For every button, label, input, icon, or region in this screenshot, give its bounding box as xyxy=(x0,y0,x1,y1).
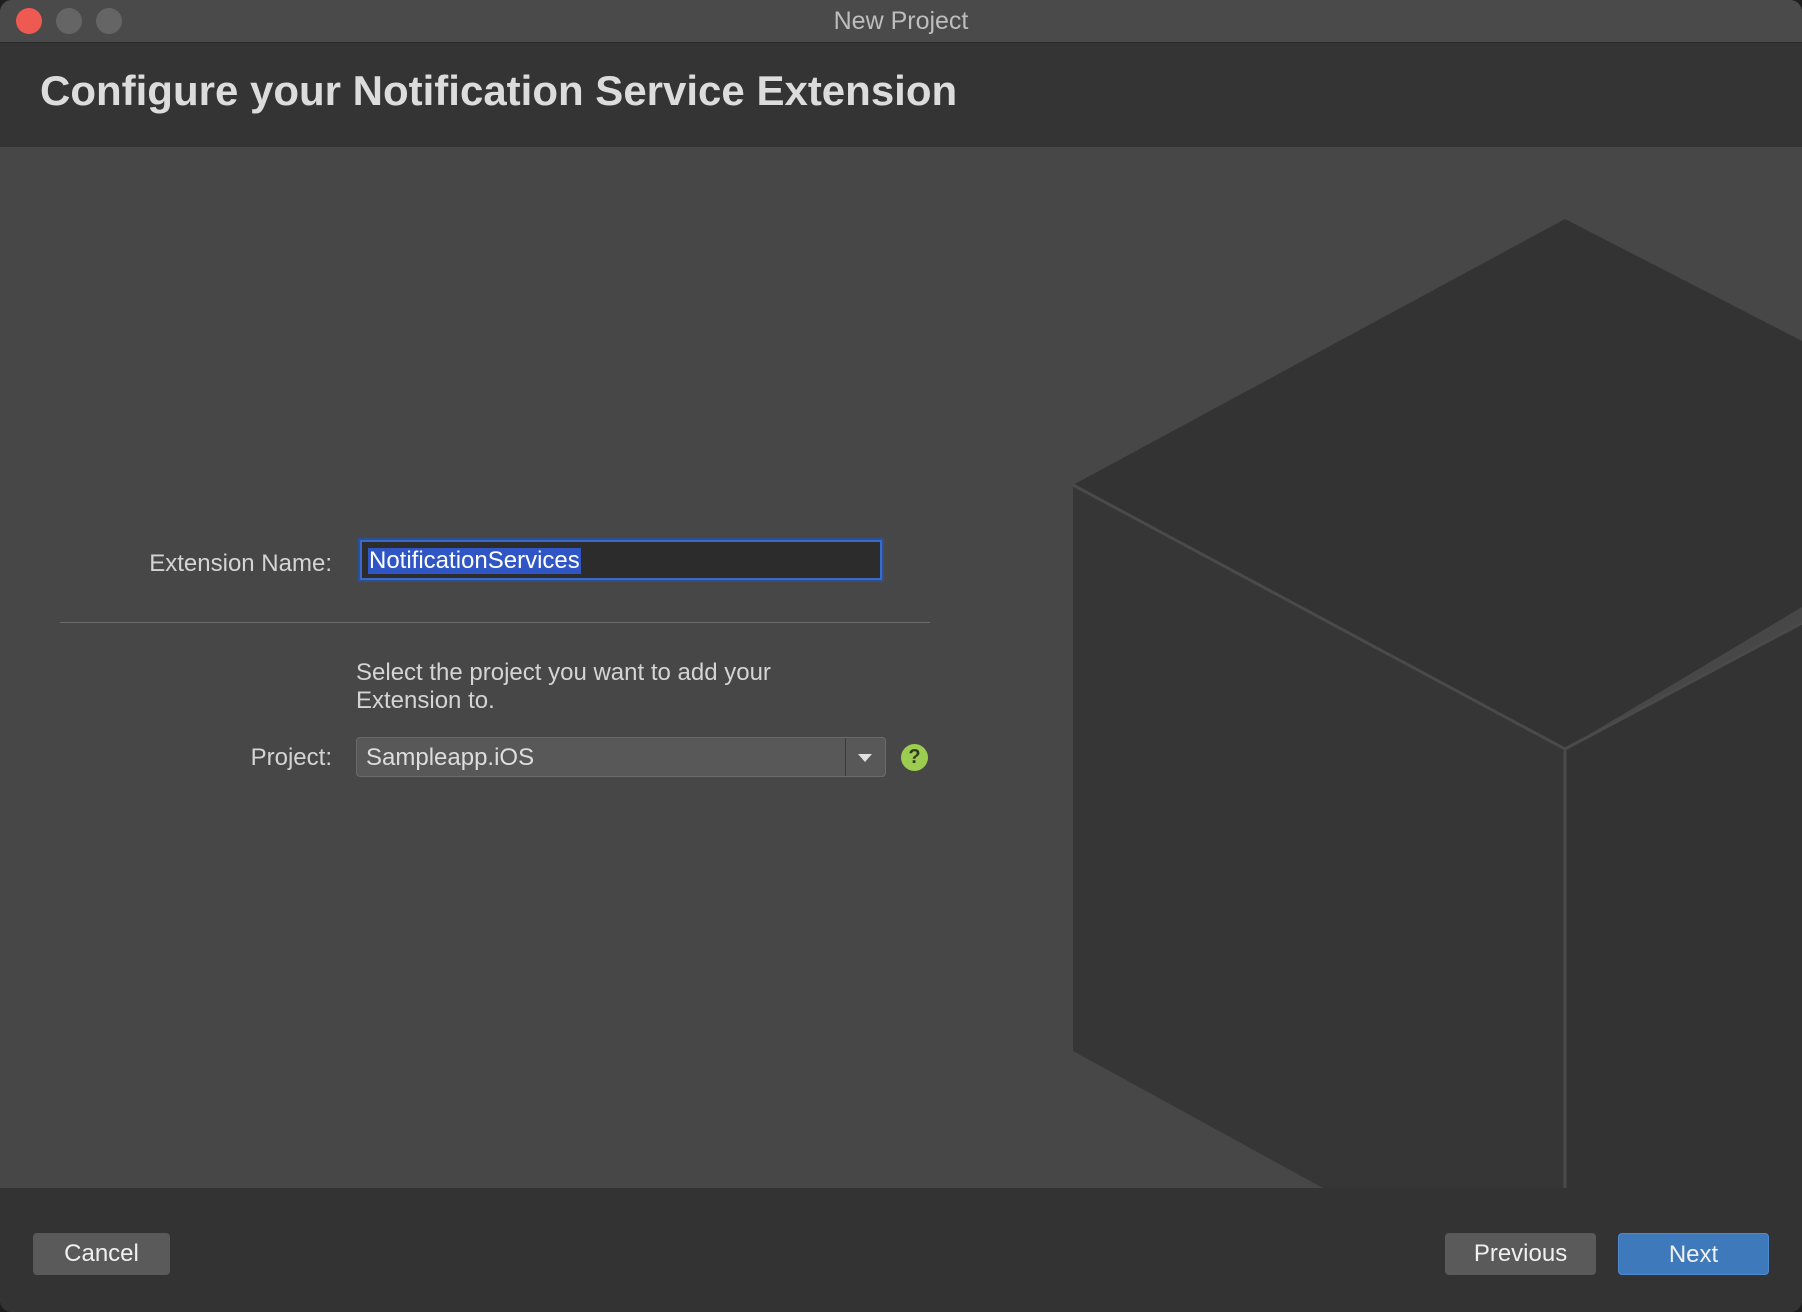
next-button[interactable]: Next xyxy=(1618,1233,1769,1275)
extension-name-input[interactable]: NotificationServices xyxy=(360,540,882,580)
page-header: Configure your Notification Service Exte… xyxy=(0,43,1802,147)
chevron-down-icon[interactable] xyxy=(846,738,885,776)
main-content: Extension Name: NotificationServices Sel… xyxy=(0,147,1802,1188)
cube-icon xyxy=(1072,219,1802,1188)
title-bar: New Project xyxy=(0,0,1802,43)
divider xyxy=(60,622,930,623)
new-project-window: New Project Configure your Notification … xyxy=(0,0,1802,1312)
project-label: Project: xyxy=(250,744,332,771)
footer: Cancel Previous Next xyxy=(0,1188,1802,1312)
cancel-button[interactable]: Cancel xyxy=(33,1233,170,1275)
help-icon[interactable]: ? xyxy=(901,744,928,771)
previous-button[interactable]: Previous xyxy=(1445,1233,1596,1275)
extension-name-value: NotificationServices xyxy=(368,547,581,574)
project-select[interactable]: Sampleapp.iOS xyxy=(356,737,886,777)
page-title: Configure your Notification Service Exte… xyxy=(40,67,958,114)
window-title: New Project xyxy=(833,7,969,35)
project-select-value: Sampleapp.iOS xyxy=(366,744,535,771)
project-description: Select the project you want to add your … xyxy=(356,659,771,714)
extension-name-label: Extension Name: xyxy=(149,550,332,577)
